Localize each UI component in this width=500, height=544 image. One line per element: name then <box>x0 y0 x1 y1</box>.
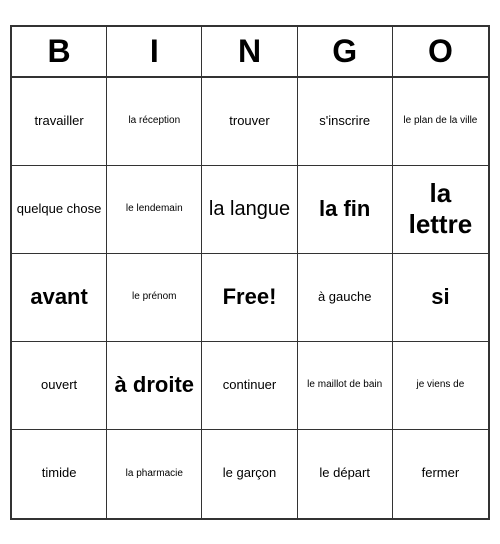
cell-text: je viens de <box>416 379 464 391</box>
bingo-cell: à droite <box>107 342 202 430</box>
cell-text: avant <box>30 284 87 310</box>
bingo-cell: ouvert <box>12 342 107 430</box>
bingo-cell: la réception <box>107 78 202 166</box>
bingo-cell: s'inscrire <box>298 78 393 166</box>
cell-text: la langue <box>209 196 290 222</box>
bingo-cell: la pharmacie <box>107 430 202 518</box>
bingo-cell: je viens de <box>393 342 488 430</box>
bingo-cell: Free! <box>202 254 297 342</box>
cell-text: la fin <box>319 196 370 222</box>
bingo-cell: trouver <box>202 78 297 166</box>
bingo-cell: à gauche <box>298 254 393 342</box>
bingo-cell: quelque chose <box>12 166 107 254</box>
bingo-card: BINGO travailler la réception trouver s'ins… <box>10 25 490 520</box>
cell-text: la lettre <box>396 178 485 240</box>
bingo-cell: avant <box>12 254 107 342</box>
cell-text: le maillot de bain <box>307 379 382 391</box>
bingo-cell: fermer <box>393 430 488 518</box>
cell-text: ouvert <box>41 377 77 394</box>
bingo-cell: le garçon <box>202 430 297 518</box>
cell-text: fermer <box>422 465 460 482</box>
bingo-cell: timide <box>12 430 107 518</box>
bingo-grid: travailler la réception trouver s'inscrire l… <box>12 78 488 518</box>
cell-text: le plan de la ville <box>403 115 477 127</box>
bingo-cell: si <box>393 254 488 342</box>
bingo-cell: le maillot de bain <box>298 342 393 430</box>
header-letter: O <box>393 27 488 76</box>
cell-text: à droite <box>115 372 194 398</box>
cell-text: le prénom <box>132 291 176 303</box>
bingo-cell: le prénom <box>107 254 202 342</box>
cell-text: la pharmacie <box>126 468 183 480</box>
header-letter: B <box>12 27 107 76</box>
cell-text: continuer <box>223 377 276 394</box>
bingo-cell: travailler <box>12 78 107 166</box>
cell-text: à gauche <box>318 289 372 306</box>
bingo-cell: la langue <box>202 166 297 254</box>
cell-text: trouver <box>229 113 269 130</box>
bingo-cell: continuer <box>202 342 297 430</box>
cell-text: s'inscrire <box>319 113 370 130</box>
bingo-cell: la fin <box>298 166 393 254</box>
cell-text: Free! <box>223 284 277 310</box>
cell-text: le départ <box>319 465 370 482</box>
bingo-cell: le départ <box>298 430 393 518</box>
bingo-cell: le lendemain <box>107 166 202 254</box>
cell-text: quelque chose <box>17 201 102 218</box>
cell-text: travailler <box>35 113 84 130</box>
header-letter: G <box>298 27 393 76</box>
cell-text: la réception <box>128 115 180 127</box>
cell-text: le lendemain <box>126 203 183 215</box>
cell-text: si <box>431 284 449 310</box>
header-letter: N <box>202 27 297 76</box>
bingo-header: BINGO <box>12 27 488 78</box>
cell-text: timide <box>42 465 77 482</box>
bingo-cell: la lettre <box>393 166 488 254</box>
cell-text: le garçon <box>223 465 276 482</box>
header-letter: I <box>107 27 202 76</box>
bingo-cell: le plan de la ville <box>393 78 488 166</box>
